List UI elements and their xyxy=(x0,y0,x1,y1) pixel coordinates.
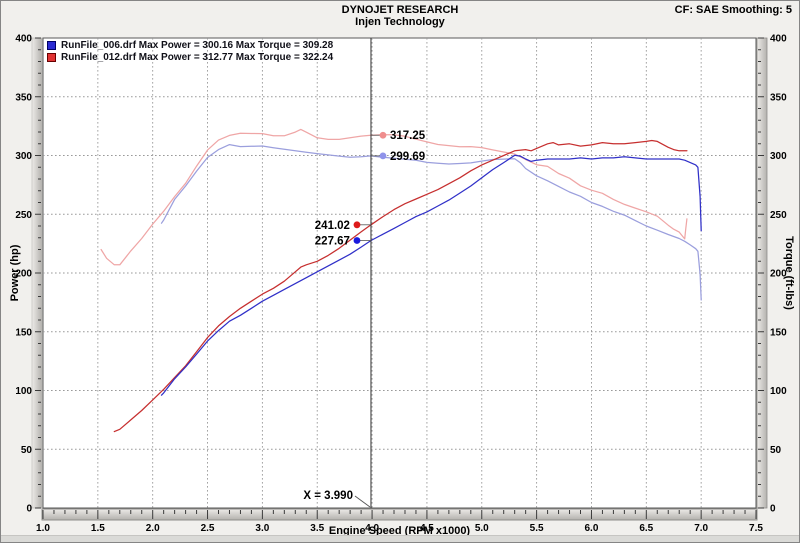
legend-row-label: RunFile_012.drf Max Power = 312.77 Max T… xyxy=(61,52,333,63)
right-tick-label: 350 xyxy=(770,92,787,103)
left-tick-label: 0 xyxy=(26,504,32,515)
callout-value: 299.69 xyxy=(390,151,425,163)
callout-dot-227.67 xyxy=(354,237,361,244)
callout-value: 317.25 xyxy=(390,130,426,142)
right-tick-label: 100 xyxy=(770,386,787,397)
left-tick-label: 250 xyxy=(15,210,32,221)
dyno-chart: 0050501001001501502002002502503003003503… xyxy=(1,1,800,543)
right-tick-label: 50 xyxy=(770,445,782,456)
legend-row-runfile006[interactable]: RunFile_006.drf Max Power = 300.16 Max T… xyxy=(47,40,333,51)
runfile012-swatch-icon xyxy=(47,53,56,62)
left-axis-title: Power (hp) xyxy=(9,245,21,302)
runfile006-swatch-icon xyxy=(47,41,56,50)
legend-row-label: RunFile_006.drf Max Power = 300.16 Max T… xyxy=(61,40,333,51)
callout-dot-317.25 xyxy=(380,132,387,139)
callout-dot-241.02 xyxy=(354,221,361,228)
cursor-x-label: X = 3.990 xyxy=(303,490,353,502)
left-tick-label: 50 xyxy=(21,445,33,456)
right-tick-label: 300 xyxy=(770,151,787,162)
callout-value: 227.67 xyxy=(315,235,350,247)
left-tick-label: 100 xyxy=(15,386,32,397)
left-tick-label: 300 xyxy=(15,151,32,162)
x-axis-ruler[interactable] xyxy=(42,509,757,520)
left-tick-label: 400 xyxy=(15,34,32,45)
callout-dot-299.69 xyxy=(380,152,387,159)
left-tick-label: 350 xyxy=(15,92,32,103)
callout-value: 241.02 xyxy=(315,220,350,232)
legend: RunFile_006.drf Max Power = 300.16 Max T… xyxy=(47,40,333,64)
right-tick-label: 0 xyxy=(770,504,776,515)
legend-row-runfile012[interactable]: RunFile_012.drf Max Power = 312.77 Max T… xyxy=(47,52,333,63)
window-bottom-edge xyxy=(1,535,799,542)
page-subtitle: Injen Technology xyxy=(1,16,799,28)
right-tick-label: 250 xyxy=(770,210,787,221)
right-axis-title: Torque (ft-lbs) xyxy=(783,236,795,310)
correction-smoothing-info: CF: SAE Smoothing: 5 xyxy=(675,4,792,16)
right-tick-label: 150 xyxy=(770,327,787,338)
dyno-graph-window: 0050501001001501502002002502503003003503… xyxy=(0,0,800,543)
right-tick-label: 400 xyxy=(770,34,787,45)
left-tick-label: 150 xyxy=(15,327,32,338)
